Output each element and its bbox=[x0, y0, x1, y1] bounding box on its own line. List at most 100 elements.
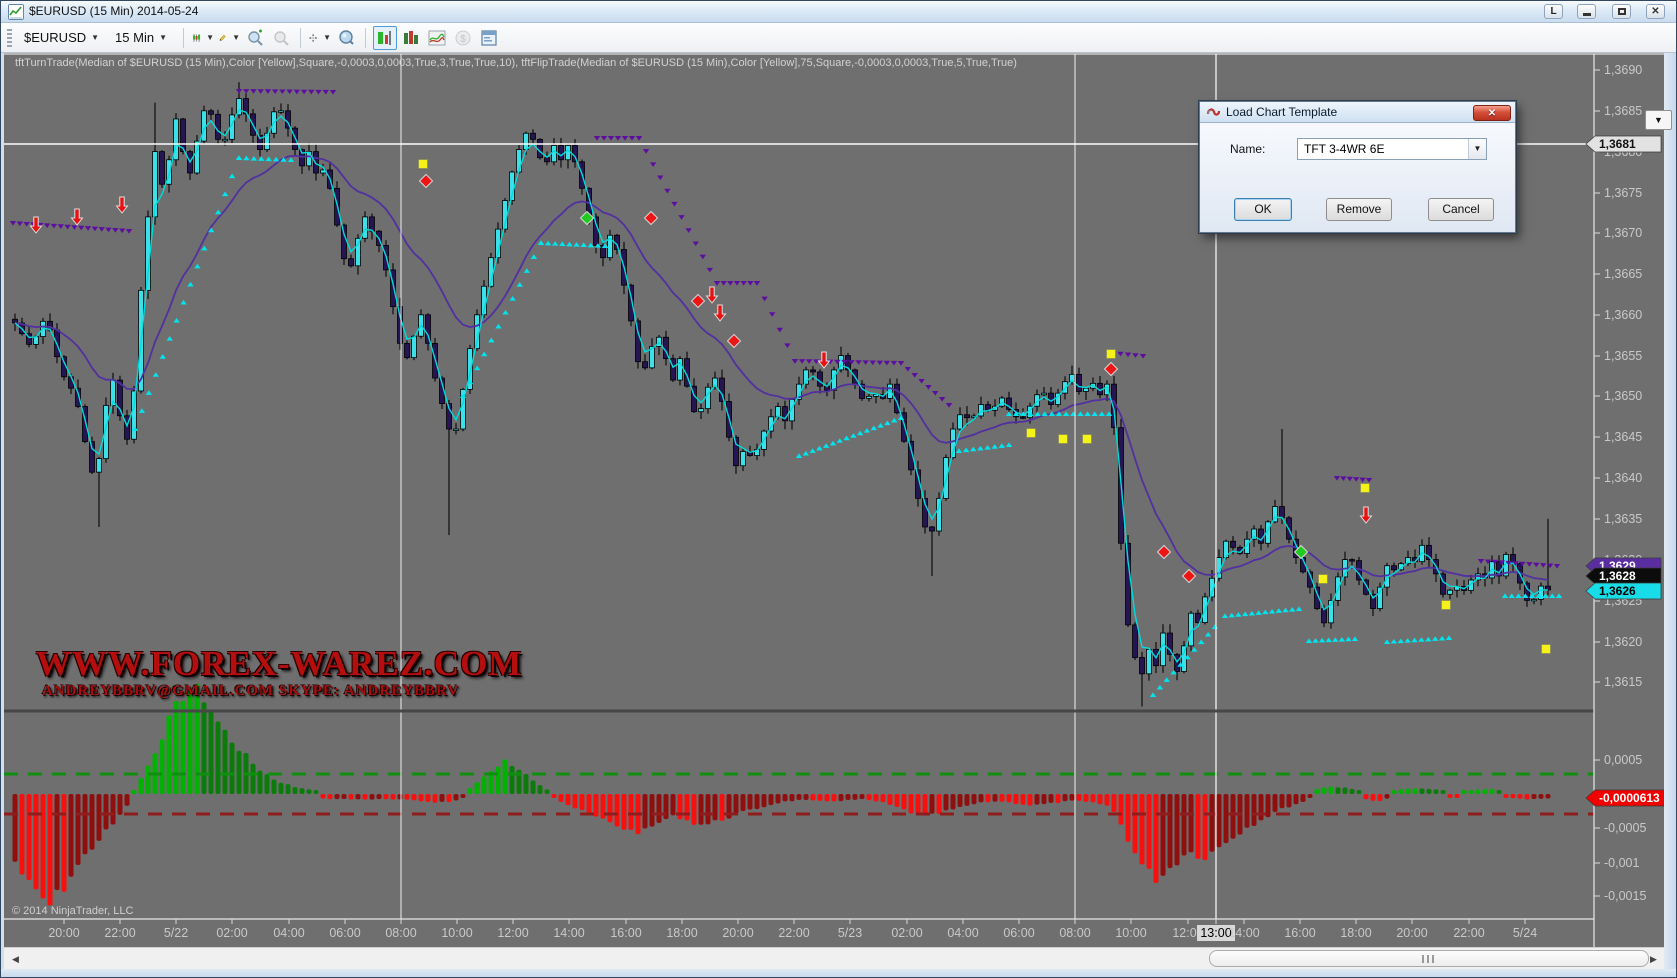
zoom-in-button[interactable] bbox=[243, 26, 267, 50]
histogram-bar bbox=[237, 751, 242, 794]
candle-body bbox=[1259, 529, 1264, 543]
dialog-close-button[interactable]: ✕ bbox=[1473, 105, 1511, 121]
histogram-bar bbox=[104, 794, 109, 830]
histogram-bar bbox=[951, 794, 956, 810]
properties-button[interactable] bbox=[477, 26, 501, 50]
ok-button[interactable]: OK bbox=[1234, 198, 1292, 221]
histogram-bar bbox=[384, 794, 389, 799]
histogram-bar bbox=[41, 794, 46, 898]
data-box-button[interactable] bbox=[334, 26, 358, 50]
link-button[interactable]: L bbox=[1544, 4, 1563, 19]
histogram-bar bbox=[552, 794, 557, 798]
indicator-axis-label: -0,0005 bbox=[1604, 821, 1646, 835]
time-axis-label: 13:00 bbox=[1200, 926, 1231, 940]
candle-body bbox=[223, 139, 228, 141]
histogram-bar bbox=[1420, 788, 1425, 794]
histogram-bar bbox=[440, 794, 445, 802]
strategies-button[interactable]: $ bbox=[451, 26, 475, 50]
yellow-square-signal bbox=[1027, 429, 1036, 438]
dialog-title-bar[interactable]: Load Chart Template ✕ bbox=[1200, 102, 1515, 123]
histogram-bar bbox=[895, 794, 900, 807]
scrollbar-thumb[interactable] bbox=[1209, 950, 1649, 967]
histogram-bar bbox=[1021, 794, 1026, 805]
candle-body bbox=[370, 217, 375, 231]
chevron-down-icon: ▼ bbox=[1654, 115, 1663, 125]
volume-panel-button[interactable] bbox=[399, 26, 423, 50]
candle-body bbox=[1140, 658, 1145, 674]
histogram-bar bbox=[909, 794, 914, 813]
price-axis-label: 1,3635 bbox=[1604, 512, 1642, 526]
candle-body bbox=[160, 152, 165, 185]
candle-body bbox=[454, 429, 459, 431]
histogram-bar bbox=[867, 794, 872, 800]
candle-body bbox=[1350, 560, 1355, 562]
indicators-button[interactable] bbox=[425, 26, 449, 50]
yellow-square-signal bbox=[419, 160, 428, 169]
candle-body bbox=[412, 336, 417, 357]
histogram-bar bbox=[1546, 794, 1551, 799]
scroll-right-arrow[interactable]: ▶ bbox=[1646, 951, 1661, 967]
histogram-bar bbox=[1266, 794, 1271, 817]
toolbar-separator bbox=[300, 28, 301, 48]
cancel-button[interactable]: Cancel bbox=[1428, 198, 1494, 221]
histogram-bar bbox=[531, 780, 536, 794]
time-axis-label: 16:00 bbox=[1284, 926, 1315, 940]
histogram-bar bbox=[48, 794, 53, 905]
interval-selector[interactable]: 15 Min▼ bbox=[109, 28, 173, 47]
histogram-bar bbox=[27, 794, 32, 880]
candle-body bbox=[1280, 507, 1285, 518]
histogram-bar bbox=[720, 794, 725, 821]
cursor-mode-button[interactable]: ▼ bbox=[308, 26, 332, 50]
histogram-bar bbox=[902, 794, 907, 810]
candle-body bbox=[531, 133, 536, 139]
histogram-bar bbox=[888, 794, 893, 805]
drawing-tools-button[interactable]: ▼ bbox=[217, 26, 241, 50]
candle-body bbox=[1084, 388, 1089, 391]
histogram-bar bbox=[1357, 790, 1362, 794]
histogram-bar bbox=[1364, 794, 1369, 799]
histogram-bar bbox=[475, 782, 480, 794]
horizontal-scrollbar[interactable]: ◀ ▶ bbox=[4, 947, 1664, 969]
histogram-bar bbox=[755, 794, 760, 809]
histogram-bar bbox=[510, 766, 515, 794]
candle-body bbox=[398, 307, 403, 344]
histogram-bar bbox=[1532, 794, 1537, 799]
histogram-bar bbox=[1014, 794, 1019, 804]
time-axis-label: 5/22 bbox=[164, 926, 188, 940]
watermark-url: WWW.FOREX-WAREZ.COM bbox=[36, 644, 522, 684]
histogram-bar bbox=[1098, 794, 1103, 804]
zoom-out-button[interactable] bbox=[269, 26, 293, 50]
histogram-bar bbox=[944, 794, 949, 811]
maximize-button[interactable] bbox=[1612, 4, 1631, 19]
toolbar-grip[interactable] bbox=[7, 29, 12, 47]
template-name-combobox[interactable]: TFT 3-4WR 6E ▼ bbox=[1297, 138, 1487, 160]
instrument-selector[interactable]: $EURUSD▼ bbox=[18, 28, 105, 47]
candle-body bbox=[741, 451, 746, 465]
zoom-in-icon bbox=[246, 29, 264, 47]
histogram-bar bbox=[1105, 794, 1110, 806]
histogram-bar bbox=[692, 794, 697, 825]
candle-body bbox=[356, 238, 361, 266]
histogram-bar bbox=[1448, 794, 1453, 798]
close-button[interactable]: ✕ bbox=[1646, 4, 1665, 19]
panel-dropdown-button[interactable]: ▼ bbox=[1645, 110, 1672, 130]
scroll-left-arrow[interactable]: ◀ bbox=[8, 951, 23, 967]
histogram-bar bbox=[111, 794, 116, 824]
histogram-bar bbox=[1028, 794, 1033, 806]
histogram-bar bbox=[1049, 794, 1054, 803]
chart-style-button[interactable]: ▼ bbox=[191, 26, 215, 50]
histogram-bar bbox=[1308, 794, 1313, 798]
combobox-arrow[interactable]: ▼ bbox=[1468, 139, 1486, 159]
histogram-bar bbox=[1133, 794, 1138, 853]
chart-panel-button-active[interactable] bbox=[373, 26, 397, 50]
histogram-bar bbox=[839, 794, 844, 801]
title-bar[interactable]: $EURUSD (15 Min) 2014-05-24 L ✕ bbox=[1, 1, 1676, 23]
histogram-bar bbox=[1371, 794, 1376, 801]
remove-button[interactable]: Remove bbox=[1326, 198, 1392, 221]
histogram-bar bbox=[1511, 794, 1516, 798]
histogram-bar bbox=[1273, 794, 1278, 812]
histogram-bar bbox=[937, 794, 942, 814]
histogram-bar bbox=[55, 794, 60, 890]
histogram-bar bbox=[699, 794, 704, 825]
minimize-button[interactable] bbox=[1577, 4, 1596, 19]
